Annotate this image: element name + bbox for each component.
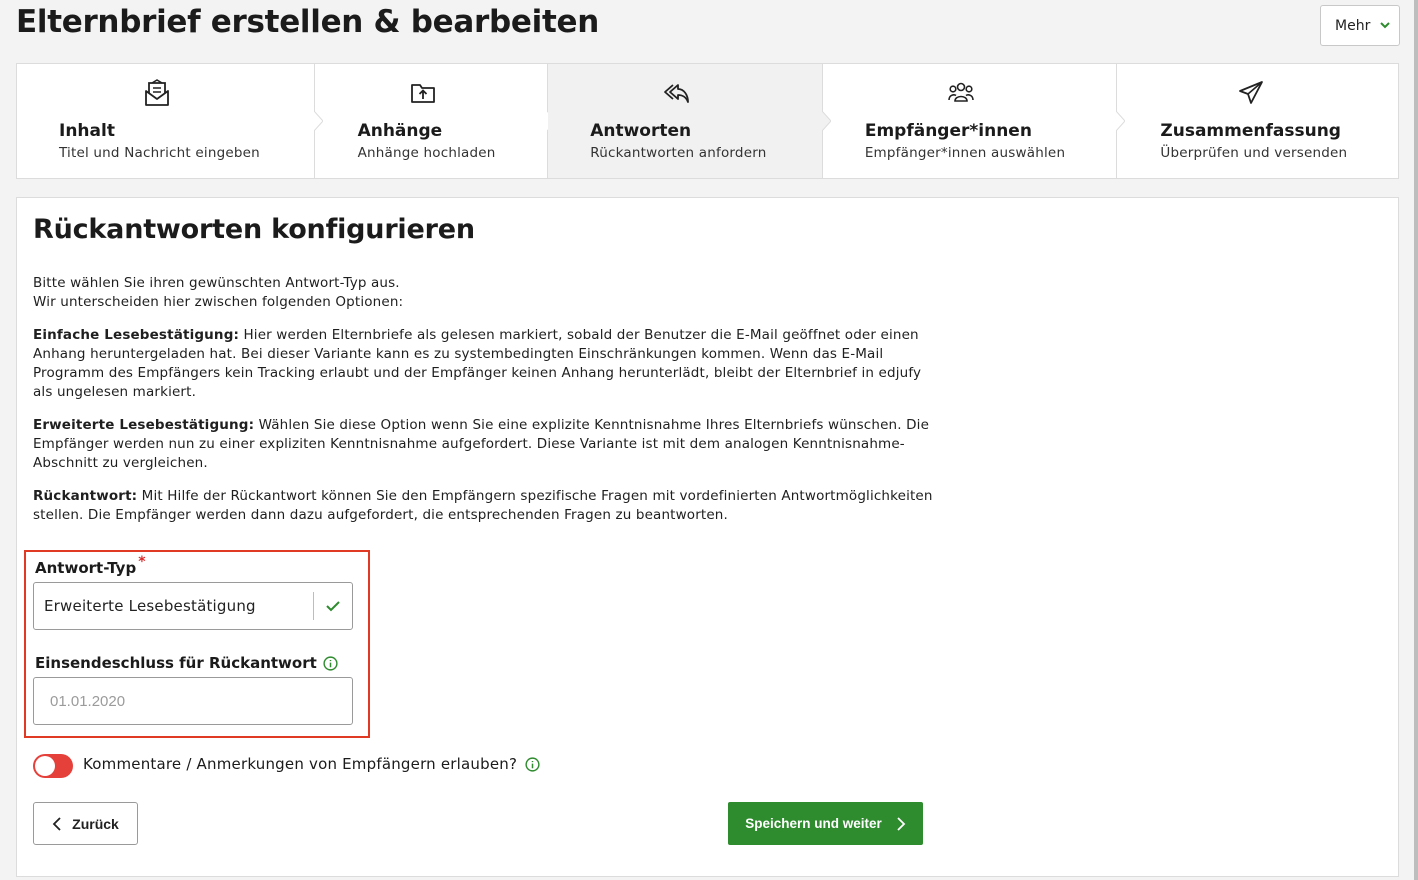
chevron-left-icon [52,816,61,831]
comments-toggle-label: Kommentare / Anmerkungen von Empfängern … [83,755,540,773]
step-subtitle: Empfänger*innen auswählen [864,145,1066,161]
step-title: Antworten [590,121,692,141]
option-label: Erweiterte Lesebestätigung: [33,417,255,433]
answer-type-label-text: Antwort-Typ [35,559,137,577]
step-title: Inhalt [59,121,115,141]
back-button[interactable]: Zurück [33,802,138,845]
intro-text: Bitte wählen Sie ihren gewünschten Antwo… [33,274,933,312]
chevron-right-icon [897,816,906,831]
checkmark-icon [314,583,352,629]
users-icon [948,82,974,102]
chevron-down-icon [1380,22,1390,29]
step-inhalt[interactable]: Inhalt Titel und Nachricht eingeben [17,64,323,178]
option-label: Rückantwort: [33,488,138,504]
comments-toggle-label-text: Kommentare / Anmerkungen von Empfängern … [83,755,518,773]
reply-config-panel: Rückantworten konfigurieren Bitte wählen… [16,197,1399,877]
info-icon[interactable] [525,756,540,772]
step-subtitle: Anhänge hochladen [357,145,496,161]
option-reply: Rückantwort: Mit Hilfe der Rückantwort k… [33,487,933,525]
envelope-letter-icon [145,79,169,106]
panel-title: Rückantworten konfigurieren [33,214,475,245]
window-edge [1414,0,1418,880]
folder-upload-icon [410,84,435,103]
option-label: Einfache Lesebestätigung: [33,327,240,343]
step-antworten[interactable]: Antworten Rückantworten anfordern [548,64,831,178]
step-subtitle: Rückantworten anfordern [590,145,767,161]
more-dropdown-button[interactable]: Mehr [1320,5,1400,46]
option-extended-read-receipt: Erweiterte Lesebestätigung: Wählen Sie d… [33,416,933,473]
more-button-label: Mehr [1335,17,1371,34]
deadline-label: Einsendeschluss für Rückantwort [35,654,338,672]
info-icon[interactable] [323,655,338,671]
comments-toggle[interactable] [33,754,73,778]
step-subtitle: Titel und Nachricht eingeben [59,145,260,161]
step-zusammenfassung[interactable]: Zusammenfassung Überprüfen und versenden [1117,64,1398,178]
intro-line-1: Bitte wählen Sie ihren gewünschten Antwo… [33,275,400,291]
save-button-label: Speichern und weiter [745,816,882,831]
required-asterisk: * [138,554,146,570]
step-title: Anhänge [357,121,443,141]
step-subtitle: Überprüfen und versenden [1160,145,1348,161]
back-button-label: Zurück [72,815,119,832]
step-empfaenger[interactable]: Empfänger*innen Empfänger*innen auswähle… [823,64,1126,178]
save-and-continue-button[interactable]: Speichern und weiter [728,802,923,845]
answer-type-selected-value: Erweiterte Lesebestätigung [44,597,256,615]
reply-all-icon [664,84,690,103]
intro-line-2: Wir unterscheiden hier zwischen folgende… [33,294,404,310]
answer-type-label: Antwort-Typ * [35,554,146,577]
deadline-label-text: Einsendeschluss für Rückantwort [35,654,317,672]
option-simple-read-receipt: Einfache Lesebestätigung: Hier werden El… [33,326,933,402]
page-title: Elternbrief erstellen & bearbeiten [16,4,599,40]
step-anhaenge[interactable]: Anhänge Anhänge hochladen [315,64,557,178]
step-title: Empfänger*innen [864,121,1032,141]
deadline-date-input[interactable] [33,677,353,725]
step-title: Zusammenfassung [1160,121,1341,141]
option-description: Mit Hilfe der Rückantwort können Sie den… [33,488,933,523]
paper-plane-icon [1239,81,1264,104]
answer-type-select[interactable]: Erweiterte Lesebestätigung [33,582,353,630]
toggle-knob [35,756,55,776]
wizard-stepper: Inhalt Titel und Nachricht eingeben Anhä… [16,63,1399,179]
